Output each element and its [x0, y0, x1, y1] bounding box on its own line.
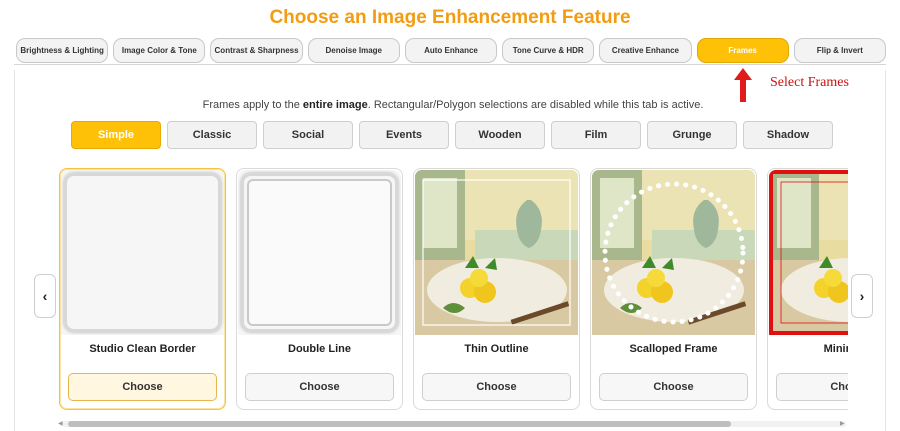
choose-button[interactable]: Choose	[599, 373, 748, 401]
category-film[interactable]: Film	[551, 121, 641, 149]
frame-preview	[592, 170, 755, 335]
frame-card[interactable]: Studio Clean Border Choose	[59, 168, 226, 410]
tab-brightness-lighting[interactable]: Brightness & Lighting	[16, 38, 109, 63]
annotation-label: Select Frames	[770, 75, 849, 90]
scrollbar-thumb[interactable]	[68, 421, 731, 427]
frame-title: Scalloped Frame	[629, 343, 718, 355]
carousel-next-button[interactable]: ›	[851, 274, 873, 318]
frame-card[interactable]: Thin Outline Choose	[413, 168, 580, 410]
scroll-right-icon[interactable]: ▶	[840, 420, 845, 427]
category-grunge[interactable]: Grunge	[647, 121, 737, 149]
kitchen-photo	[592, 170, 755, 335]
carousel-prev-button[interactable]: ‹	[34, 274, 56, 318]
feature-tabs: Brightness & Lighting Image Color & Tone…	[16, 38, 886, 63]
tab-denoise-image[interactable]: Denoise Image	[307, 38, 400, 63]
choose-button[interactable]: Choose	[776, 373, 848, 401]
choose-button[interactable]: Choose	[245, 373, 394, 401]
category-simple[interactable]: Simple	[71, 121, 161, 149]
page-title: Choose an Image Enhancement Feature	[269, 7, 631, 28]
notice-suffix: . Rectangular/Polygon selections are dis…	[367, 99, 704, 111]
enhancement-page: Choose an Image Enhancement Feature Brig…	[0, 0, 900, 431]
frame-preview	[415, 170, 578, 335]
category-wooden[interactable]: Wooden	[455, 121, 545, 149]
frame-category-tabs: Simple Classic Social Events Wooden Film…	[71, 121, 833, 149]
tab-tone-curve-hdr[interactable]: Tone Curve & HDR	[502, 38, 595, 63]
choose-button[interactable]: Choose	[422, 373, 571, 401]
category-classic[interactable]: Classic	[167, 121, 257, 149]
tab-contrast-sharpness[interactable]: Contrast & Sharpness	[210, 38, 303, 63]
tab-image-color-tone[interactable]: Image Color & Tone	[113, 38, 206, 63]
kitchen-photo	[415, 170, 578, 335]
frame-title: Thin Outline	[464, 343, 529, 355]
notice-bold: entire image	[302, 99, 368, 111]
kitchen-photo	[769, 170, 848, 335]
tab-auto-enhance[interactable]: Auto Enhance	[404, 38, 498, 63]
tabs-divider	[14, 64, 886, 65]
scroll-left-icon[interactable]: ◀	[58, 420, 63, 427]
tab-creative-enhance[interactable]: Creative Enhance	[599, 38, 692, 63]
notice-prefix: Frames apply to the	[202, 99, 303, 111]
choose-button[interactable]: Choose	[68, 373, 217, 401]
frame-card[interactable]: Minimalist Choose	[767, 168, 848, 410]
category-events[interactable]: Events	[359, 121, 449, 149]
category-social[interactable]: Social	[263, 121, 353, 149]
frame-title: Double Line	[288, 343, 351, 355]
frames-notice: Frames apply to the entire image. Rectan…	[0, 99, 900, 111]
frames-carousel: Studio Clean Border Choose Double Line C…	[58, 168, 848, 411]
tab-frames[interactable]: Frames	[696, 38, 789, 63]
category-shadow[interactable]: Shadow	[743, 121, 833, 149]
tab-flip-invert[interactable]: Flip & Invert	[793, 38, 886, 63]
frame-card[interactable]: Double Line Choose	[236, 168, 403, 410]
frame-preview	[238, 170, 401, 335]
frame-title: Studio Clean Border	[89, 343, 196, 355]
frame-preview	[769, 170, 848, 335]
arrow-up-icon	[734, 68, 752, 102]
frame-title: Minimalist	[823, 343, 848, 355]
frame-preview	[61, 170, 224, 335]
frame-card[interactable]: Scalloped Frame Choose	[590, 168, 757, 410]
